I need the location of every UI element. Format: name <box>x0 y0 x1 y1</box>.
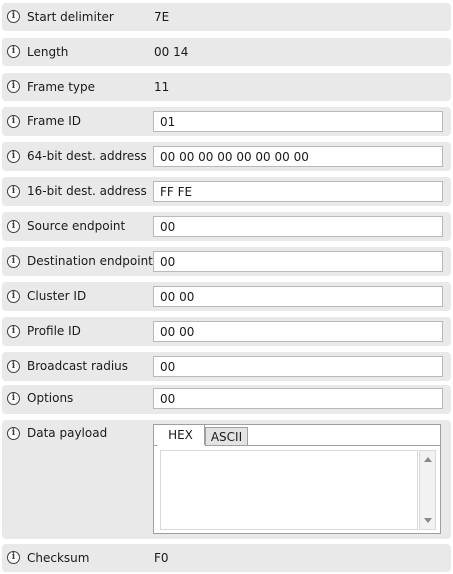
destination-endpoint-label: Destination endpoint <box>27 254 153 268</box>
checksum-label: Checksum <box>27 551 90 565</box>
frame-type-label: Frame type <box>27 80 96 94</box>
info-icon[interactable]: i <box>7 185 20 198</box>
16bit-dest-address-input[interactable] <box>153 181 443 202</box>
tab-ascii[interactable]: ASCII <box>205 427 248 446</box>
checksum-value: F0 <box>154 551 169 565</box>
scroll-down-arrow-icon[interactable] <box>424 518 432 523</box>
start-delimiter-value: 7E <box>154 10 170 24</box>
16bit-dest-address-label: 16-bit dest. address <box>27 184 147 198</box>
destination-endpoint-input[interactable] <box>153 251 443 272</box>
info-icon[interactable]: i <box>7 10 20 23</box>
info-icon[interactable]: i <box>7 360 20 373</box>
profile-id-label: Profile ID <box>27 324 81 338</box>
info-icon[interactable]: i <box>7 255 20 268</box>
info-icon[interactable]: i <box>7 551 20 564</box>
info-icon[interactable]: i <box>7 150 20 163</box>
source-endpoint-input[interactable] <box>153 216 443 237</box>
info-icon[interactable]: i <box>7 220 20 233</box>
frame-id-label: Frame ID <box>27 114 81 128</box>
tab-hex-gap <box>157 445 205 446</box>
row-start-delimiter: i Start delimiter 7E <box>2 3 451 31</box>
cluster-id-input[interactable] <box>153 286 443 307</box>
info-icon[interactable]: i <box>7 80 20 93</box>
scroll-up-arrow-icon[interactable] <box>424 457 432 462</box>
broadcast-radius-input[interactable] <box>153 356 443 377</box>
row-length: i Length 00 14 <box>2 38 451 66</box>
row-checksum: i Checksum F0 <box>2 544 451 572</box>
info-icon[interactable]: i <box>7 115 20 128</box>
row-frame-type: i Frame type 11 <box>2 73 451 101</box>
length-label: Length <box>27 45 69 59</box>
data-payload-label: Data payload <box>27 426 108 440</box>
info-icon[interactable]: i <box>7 290 20 303</box>
64bit-dest-address-label: 64-bit dest. address <box>27 149 147 163</box>
length-value: 00 14 <box>154 45 189 59</box>
options-label: Options <box>27 391 74 405</box>
broadcast-radius-label: Broadcast radius <box>27 359 129 373</box>
start-delimiter-label: Start delimiter <box>27 10 114 24</box>
info-icon[interactable]: i <box>7 45 20 58</box>
cluster-id-label: Cluster ID <box>27 289 87 303</box>
info-icon[interactable]: i <box>7 392 20 405</box>
64bit-dest-address-input[interactable] <box>153 146 443 167</box>
frame-id-input[interactable] <box>153 111 443 132</box>
frame-type-value: 11 <box>154 80 170 94</box>
payload-scrollbar[interactable] <box>419 450 436 530</box>
profile-id-input[interactable] <box>153 321 443 342</box>
data-payload-textarea[interactable] <box>160 450 418 530</box>
options-input[interactable] <box>153 388 443 409</box>
info-icon[interactable]: i <box>7 427 20 440</box>
tab-hex[interactable]: HEX <box>157 425 205 446</box>
info-icon[interactable]: i <box>7 325 20 338</box>
source-endpoint-label: Source endpoint <box>27 219 126 233</box>
